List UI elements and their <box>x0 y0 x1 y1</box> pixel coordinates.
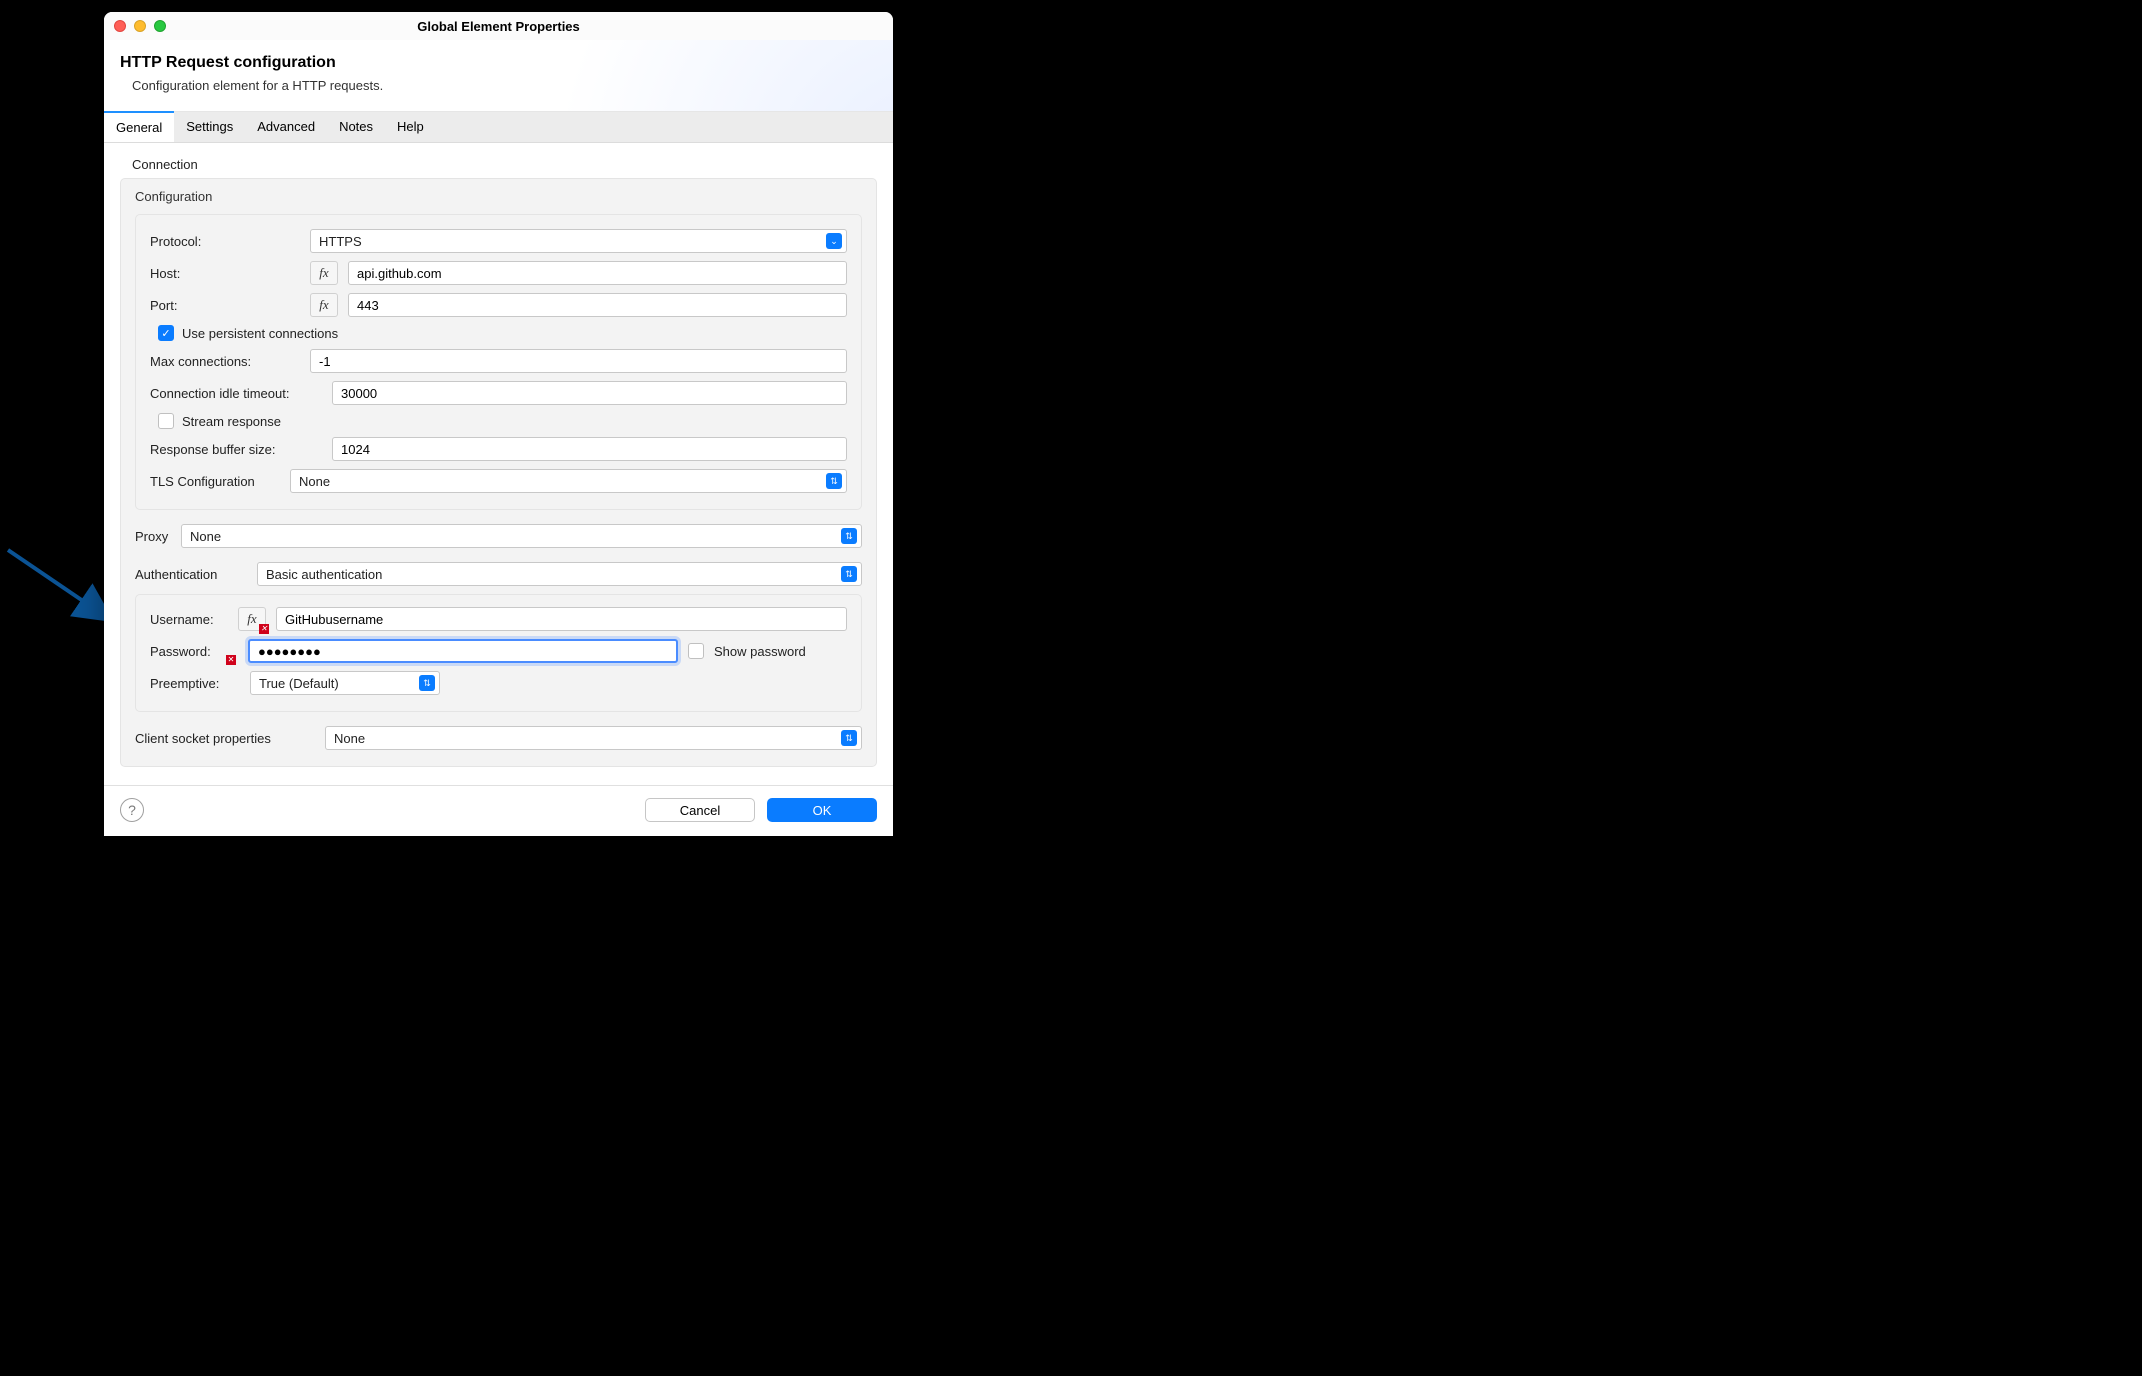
fx-button-host[interactable]: fx <box>310 261 338 285</box>
protocol-select[interactable]: HTTPS ⌄ <box>310 229 847 253</box>
response-buffer-label: Response buffer size: <box>150 442 322 457</box>
authentication-row: Authentication Basic authentication ⇅ <box>135 552 862 590</box>
host-row: Host: fx <box>150 257 847 289</box>
fx-button-port[interactable]: fx <box>310 293 338 317</box>
response-buffer-input[interactable] <box>332 437 847 461</box>
password-input[interactable] <box>248 639 678 663</box>
max-connections-input[interactable] <box>310 349 847 373</box>
ok-button[interactable]: OK <box>767 798 877 822</box>
tls-value: None <box>299 474 330 489</box>
client-socket-label: Client socket properties <box>135 731 315 746</box>
username-row: Username: fx <box>150 603 847 635</box>
stream-response-checkbox[interactable] <box>158 413 174 429</box>
idle-timeout-row: Connection idle timeout: <box>150 377 847 409</box>
chevron-down-icon: ⇅ <box>841 730 857 746</box>
use-persistent-checkbox[interactable]: ✓ <box>158 325 174 341</box>
preemptive-value: True (Default) <box>259 676 339 691</box>
preemptive-select[interactable]: True (Default) ⇅ <box>250 671 440 695</box>
client-socket-value: None <box>334 731 365 746</box>
authentication-label: Authentication <box>135 567 247 582</box>
protocol-label: Protocol: <box>150 234 300 249</box>
dialog-window: Global Element Properties HTTP Request c… <box>104 12 893 836</box>
preemptive-row: Preemptive: True (Default) ⇅ <box>150 667 847 699</box>
show-password-label: Show password <box>714 644 806 659</box>
annotation-arrow <box>6 548 118 632</box>
tab-help[interactable]: Help <box>385 112 436 142</box>
proxy-value: None <box>190 529 221 544</box>
dialog-body: Connection Configuration Protocol: HTTPS… <box>104 143 893 767</box>
titlebar: Global Element Properties <box>104 12 893 40</box>
page-title: HTTP Request configuration <box>120 54 877 72</box>
tls-row: TLS Configuration None ⇅ <box>150 465 847 497</box>
proxy-select[interactable]: None ⇅ <box>181 524 862 548</box>
tab-general[interactable]: General <box>104 111 174 142</box>
idle-timeout-label: Connection idle timeout: <box>150 386 322 401</box>
username-label: Username: <box>150 612 228 627</box>
tab-advanced[interactable]: Advanced <box>245 112 327 142</box>
tab-bar: General Settings Advanced Notes Help <box>104 112 893 143</box>
proxy-row: Proxy None ⇅ <box>135 518 862 552</box>
tls-select[interactable]: None ⇅ <box>290 469 847 493</box>
show-password-checkbox[interactable] <box>688 643 704 659</box>
authentication-group: Username: fx Password: ✕ Show password P… <box>135 594 862 712</box>
cancel-button[interactable]: Cancel <box>645 798 755 822</box>
port-input[interactable] <box>348 293 847 317</box>
host-label: Host: <box>150 266 300 281</box>
password-row: Password: ✕ Show password <box>150 635 847 667</box>
tab-settings[interactable]: Settings <box>174 112 245 142</box>
configuration-group: Protocol: HTTPS ⌄ Host: fx Port: fx <box>135 214 862 510</box>
max-connections-label: Max connections: <box>150 354 300 369</box>
fx-button-username[interactable]: fx <box>238 607 266 631</box>
chevron-down-icon: ⇅ <box>841 566 857 582</box>
connection-section-label: Connection <box>120 153 877 176</box>
protocol-row: Protocol: HTTPS ⌄ <box>150 225 847 257</box>
dialog-footer: ? Cancel OK <box>104 785 893 836</box>
idle-timeout-input[interactable] <box>332 381 847 405</box>
use-persistent-row: ✓ Use persistent connections <box>150 321 847 345</box>
page-subtitle: Configuration element for a HTTP request… <box>132 74 877 93</box>
chevron-down-icon: ⇅ <box>419 675 435 691</box>
preemptive-label: Preemptive: <box>150 676 240 691</box>
client-socket-row: Client socket properties None ⇅ <box>135 720 862 754</box>
proxy-label: Proxy <box>135 529 171 544</box>
use-persistent-label: Use persistent connections <box>182 326 338 341</box>
tls-label: TLS Configuration <box>150 474 280 489</box>
configuration-label: Configuration <box>135 187 862 212</box>
authentication-select[interactable]: Basic authentication ⇅ <box>257 562 862 586</box>
client-socket-select[interactable]: None ⇅ <box>325 726 862 750</box>
stream-response-row: Stream response <box>150 409 847 433</box>
chevron-down-icon: ⇅ <box>841 528 857 544</box>
host-input[interactable] <box>348 261 847 285</box>
dialog-header: HTTP Request configuration Configuration… <box>104 40 893 112</box>
tab-notes[interactable]: Notes <box>327 112 385 142</box>
max-connections-row: Max connections: <box>150 345 847 377</box>
protocol-value: HTTPS <box>319 234 362 249</box>
error-icon: ✕ <box>226 655 236 665</box>
connection-group: Configuration Protocol: HTTPS ⌄ Host: fx… <box>120 178 877 767</box>
chevron-down-icon: ⇅ <box>826 473 842 489</box>
port-row: Port: fx <box>150 289 847 321</box>
username-input[interactable] <box>276 607 847 631</box>
response-buffer-row: Response buffer size: <box>150 433 847 465</box>
chevron-down-icon: ⌄ <box>826 233 842 249</box>
password-label: Password: <box>150 644 228 659</box>
port-label: Port: <box>150 298 300 313</box>
stream-response-label: Stream response <box>182 414 281 429</box>
window-title: Global Element Properties <box>104 19 893 34</box>
authentication-value: Basic authentication <box>266 567 382 582</box>
help-icon[interactable]: ? <box>120 798 144 822</box>
